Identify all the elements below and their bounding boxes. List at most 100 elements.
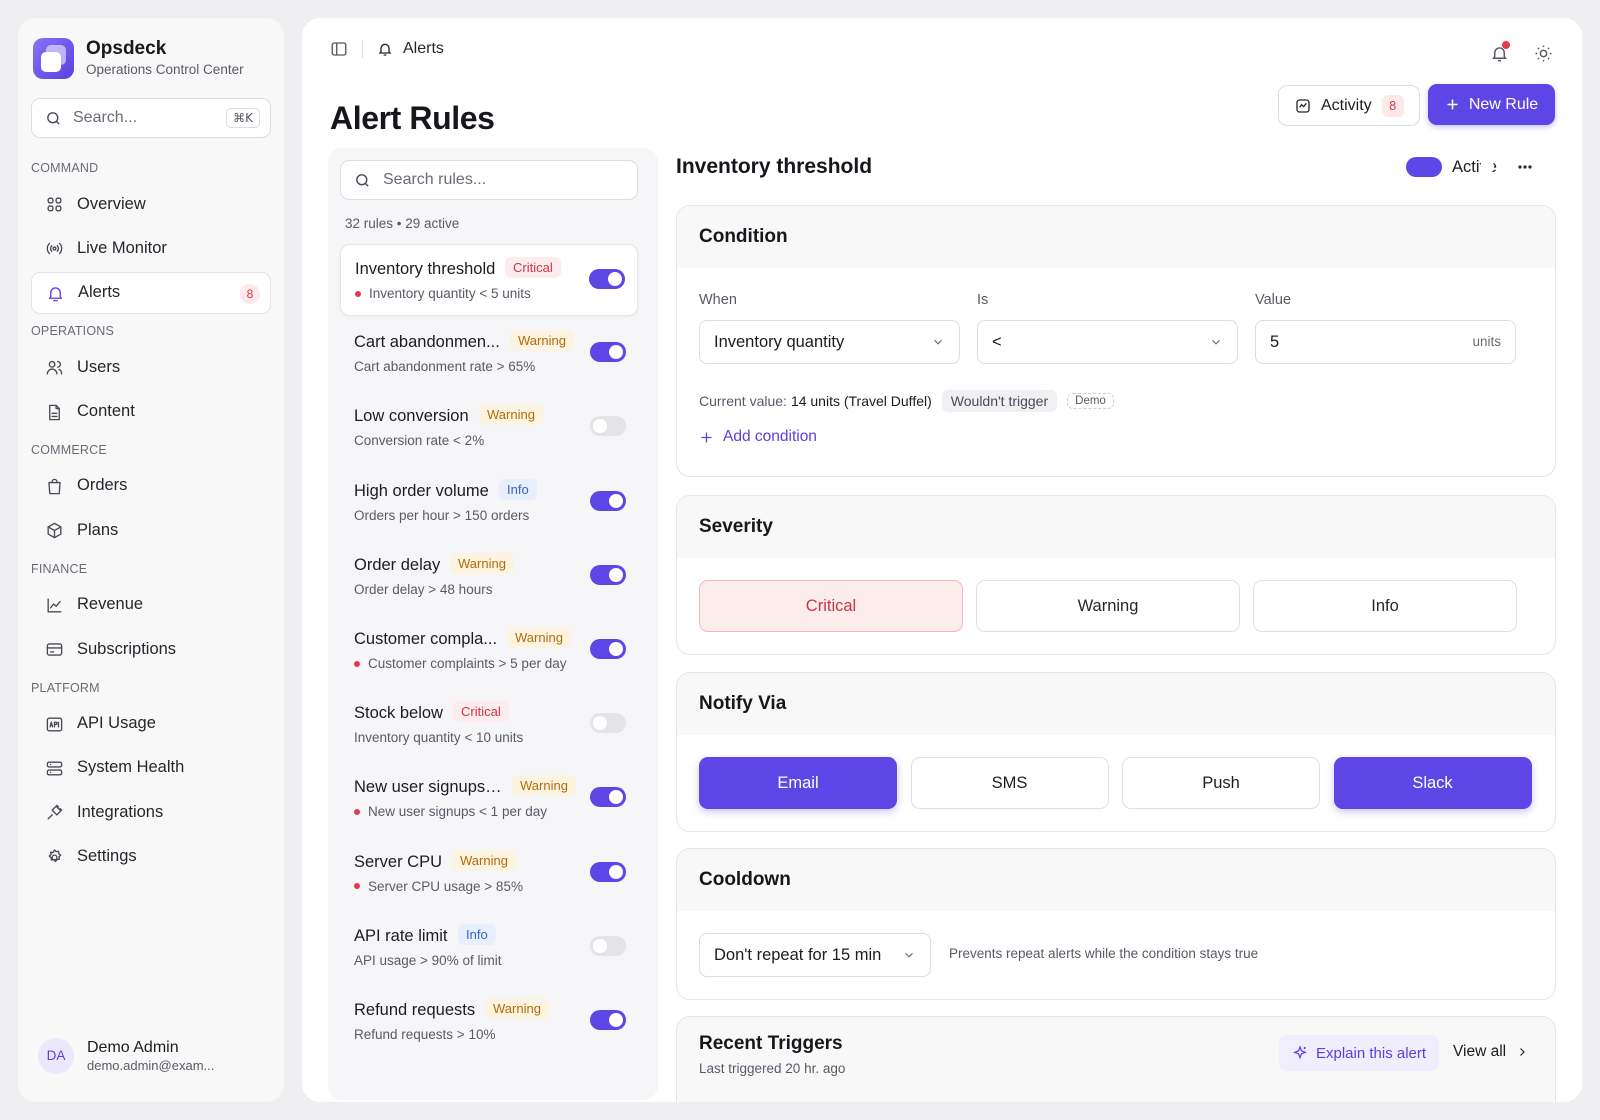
- sun-icon: [1534, 44, 1553, 63]
- rule-list-item[interactable]: Order delay Warning Order delay > 48 hours: [340, 541, 638, 613]
- rule-list-item[interactable]: Server CPU Warning Server CPU usage > 85%: [340, 838, 638, 910]
- sidebar-item-live-monitor[interactable]: Live Monitor: [31, 227, 271, 269]
- cooldown-help-text: Prevents repeat alerts while the conditi…: [949, 946, 1259, 961]
- sidebar-item-plans[interactable]: Plans: [31, 509, 271, 551]
- cooldown-select[interactable]: Don't repeat for 15 min: [699, 933, 931, 977]
- rule-description: Customer complaints > 5 per day: [354, 656, 566, 671]
- add-condition-label: Add condition: [723, 428, 817, 445]
- rule-list-item[interactable]: Inventory threshold Critical Inventory qua…: [340, 244, 638, 316]
- severity-option-info[interactable]: Info: [1253, 580, 1517, 632]
- theme-toggle-button[interactable]: [1528, 38, 1558, 68]
- rule-enabled-toggle[interactable]: [589, 269, 625, 289]
- brand[interactable]: Opsdeck Operations Control Center: [33, 38, 244, 79]
- explain-alert-label: Explain this alert: [1316, 1044, 1427, 1062]
- rule-enabled-toggle[interactable]: [590, 1010, 626, 1030]
- sidebar-toggle-icon[interactable]: [330, 40, 348, 58]
- search-shortcut-badge: ⌘K: [226, 108, 260, 128]
- chevron-down-icon: [902, 948, 916, 962]
- rule-list-item[interactable]: Cart abandonmen... Warning Cart abandonmen…: [340, 318, 638, 390]
- cooldown-value: Don't repeat for 15 min: [714, 945, 882, 964]
- rule-description: Server CPU usage > 85%: [354, 879, 523, 894]
- severity-badge: Info: [499, 478, 537, 500]
- when-label: When: [699, 292, 737, 308]
- notifications-button[interactable]: [1484, 38, 1514, 68]
- user-profile[interactable]: DA Demo Admin demo.admin@exam...: [38, 1038, 214, 1074]
- rule-description-text: Orders per hour > 150 orders: [354, 507, 530, 523]
- explain-alert-button[interactable]: Explain this alert: [1279, 1035, 1440, 1071]
- when-select[interactable]: Inventory quantity: [699, 320, 960, 364]
- rule-enabled-toggle[interactable]: [590, 639, 626, 659]
- sidebar-search-input[interactable]: Search... ⌘K: [31, 98, 271, 138]
- operator-select[interactable]: <: [977, 320, 1238, 364]
- sparkle-icon: [1292, 1045, 1308, 1061]
- is-label: Is: [977, 292, 989, 308]
- view-all-link[interactable]: View all: [1453, 1043, 1528, 1061]
- rule-description-text: Server CPU usage > 85%: [368, 878, 523, 894]
- new-rule-button[interactable]: New Rule: [1428, 84, 1555, 125]
- sidebar-item-settings[interactable]: Settings: [31, 836, 271, 878]
- rule-list-item[interactable]: API rate limit Info API usage > 90% of lim…: [340, 912, 638, 984]
- channel-slack-button[interactable]: Slack: [1333, 757, 1532, 809]
- activity-button[interactable]: Activity 8: [1278, 85, 1420, 126]
- nav-section-finance: FINANCE: [31, 561, 88, 576]
- breadcrumb[interactable]: Alerts: [403, 40, 444, 58]
- rule-enabled-toggle[interactable]: [590, 713, 626, 734]
- file-icon: [45, 403, 63, 421]
- rule-list-item[interactable]: New user signups ... Warning New user sign…: [340, 763, 638, 835]
- rule-enabled-toggle[interactable]: [590, 564, 626, 585]
- sidebar-item-label: Users: [77, 357, 121, 376]
- rule-list-item[interactable]: Refund requests Warning Refund requests > …: [340, 986, 638, 1058]
- sidebar-item-system-health[interactable]: System Health: [31, 747, 271, 789]
- sidebar-item-subscriptions[interactable]: Subscriptions: [31, 628, 271, 670]
- sidebar-item-content[interactable]: Content: [31, 391, 271, 433]
- nav-section-command: COMMAND: [31, 161, 99, 175]
- rule-description: API usage > 90% of limit: [354, 953, 501, 968]
- rule-enabled-toggle[interactable]: [590, 861, 626, 882]
- channel-sms-button[interactable]: SMS: [910, 757, 1109, 809]
- sidebar-item-orders[interactable]: Orders: [31, 465, 271, 507]
- severity-badge: Warning: [510, 330, 574, 352]
- rules-list-panel: Search rules... 32 rules • 29 active Inv…: [328, 148, 658, 1100]
- bell-icon: [46, 284, 64, 302]
- rule-active-switch[interactable]: Active: [1406, 157, 1497, 177]
- notify-heading: Notify Via: [677, 673, 1555, 735]
- sidebar-item-integrations[interactable]: Integrations: [31, 791, 271, 833]
- package-icon: [45, 521, 63, 539]
- rule-list-item[interactable]: Low conversion Warning Conversion rate < 2…: [340, 392, 638, 464]
- sidebar-item-users[interactable]: Users: [31, 346, 271, 388]
- channel-push-button[interactable]: Push: [1122, 757, 1320, 809]
- gear-icon: [45, 848, 63, 866]
- more-options-button[interactable]: [1512, 157, 1538, 177]
- add-condition-button[interactable]: Add condition: [699, 428, 817, 446]
- cooldown-card: Cooldown Don't repeat for 15 min Prevent…: [676, 848, 1556, 1000]
- broadcast-icon: [45, 239, 63, 257]
- rule-enabled-toggle[interactable]: [590, 416, 626, 437]
- sidebar-item-label: Live Monitor: [77, 238, 167, 257]
- rule-enabled-toggle[interactable]: [590, 490, 626, 511]
- sidebar-item-alerts[interactable]: Alerts 8: [31, 271, 271, 314]
- severity-option-critical[interactable]: Critical: [699, 580, 963, 632]
- condition-heading: Condition: [677, 206, 1555, 268]
- sidebar-item-api-usage[interactable]: API Usage: [31, 703, 271, 745]
- rules-search-input[interactable]: Search rules...: [340, 160, 638, 200]
- sidebar-item-label: API Usage: [77, 714, 156, 733]
- rule-list-item[interactable]: Stock below Critical Inventory quantity < …: [340, 689, 638, 761]
- page-title: Alert Rules: [330, 100, 495, 136]
- demo-badge: Demo: [1067, 393, 1114, 409]
- rule-enabled-toggle[interactable]: [590, 342, 626, 363]
- sidebar-item-label: System Health: [77, 758, 185, 777]
- severity-option-warning[interactable]: Warning: [976, 580, 1240, 632]
- rule-description: New user signups < 1 per day: [354, 804, 547, 819]
- sidebar-item-revenue[interactable]: Revenue: [31, 584, 271, 626]
- active-toggle[interactable]: [1406, 157, 1442, 177]
- rule-list-item[interactable]: Customer compla... Warning Customer compla…: [340, 615, 638, 687]
- channel-email-button[interactable]: Email: [699, 757, 897, 809]
- rule-enabled-toggle[interactable]: [590, 787, 626, 808]
- sidebar-item-overview[interactable]: Overview: [31, 183, 271, 225]
- rule-list-item[interactable]: High order volume Info Orders per hour > 1…: [340, 467, 638, 539]
- users-icon: [45, 358, 63, 376]
- rule-enabled-toggle[interactable]: [590, 935, 626, 956]
- rule-name: Customer compla...: [354, 630, 498, 648]
- threshold-value-input[interactable]: 5 units: [1255, 320, 1516, 364]
- severity-card: Severity Critical Warning Info: [676, 495, 1556, 655]
